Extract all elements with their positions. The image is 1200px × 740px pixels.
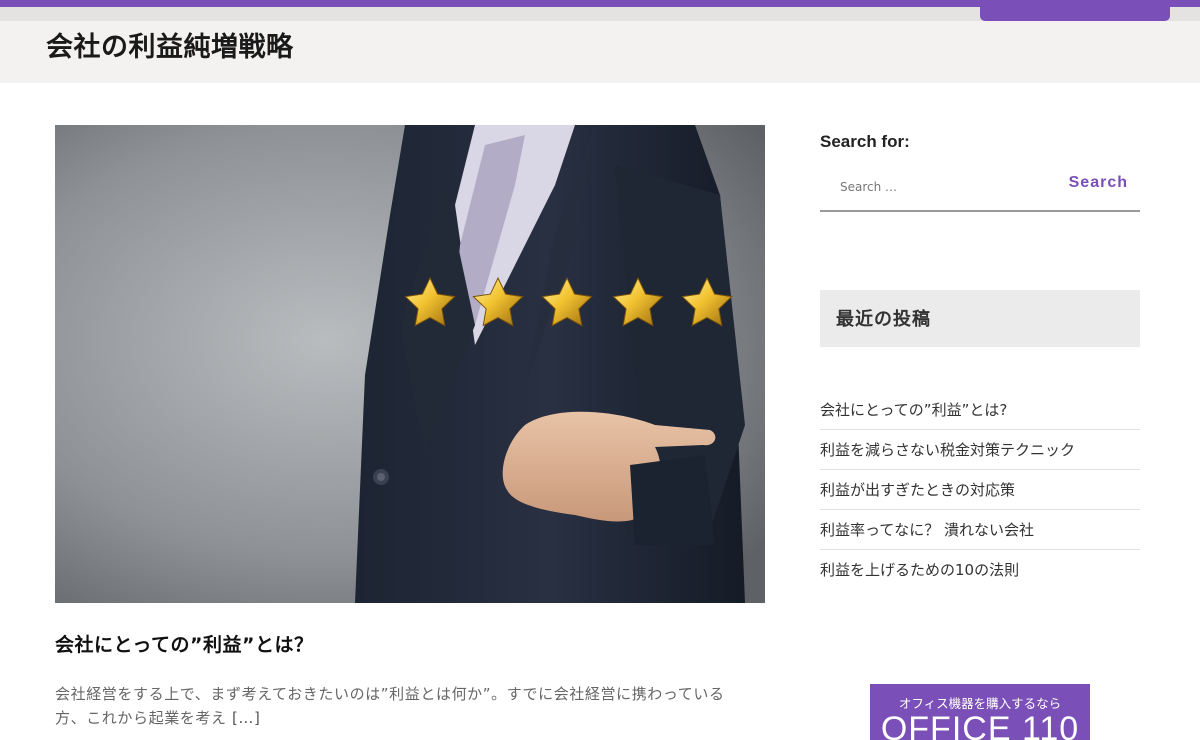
recent-post-link[interactable]: 利益を上げるための10の法則 [820, 550, 1140, 590]
recent-posts-list: 会社にとっての”利益”とは? 利益を減らさない税金対策テクニック 利益が出すぎた… [820, 390, 1140, 590]
list-item: 利益を上げるための10の法則 [820, 550, 1140, 590]
search-label: Search for: [820, 132, 910, 151]
recent-post-link[interactable]: 利益が出すぎたときの対応策 [820, 470, 1140, 510]
post-excerpt: 会社経営をする上で、まず考えておきたいのは”利益とは何か”。すでに会社経営に携わ… [55, 682, 755, 730]
top-nav-tab[interactable] [980, 0, 1170, 21]
recent-post-link[interactable]: 会社にとっての”利益”とは? [820, 390, 1140, 430]
search-button[interactable]: Search [1069, 174, 1128, 192]
read-more-link[interactable]: […] [232, 709, 261, 727]
search-input[interactable] [820, 168, 1070, 206]
featured-image[interactable] [55, 125, 765, 603]
recent-posts-title: 最近の投稿 [836, 309, 931, 330]
list-item: 利益を減らさない税金対策テクニック [820, 430, 1140, 470]
list-item: 会社にとっての”利益”とは? [820, 390, 1140, 430]
search-form: Search [820, 168, 1140, 212]
list-item: 利益が出すぎたときの対応策 [820, 470, 1140, 510]
office110-ad-banner[interactable]: オフィス機器を購入するなら OFFICE 110 [870, 684, 1090, 740]
recent-post-link[interactable]: 利益を減らさない税金対策テクニック [820, 430, 1140, 470]
site-title[interactable]: 会社の利益純増戦略 [46, 30, 294, 65]
recent-post-link[interactable]: 利益率ってなに？ 潰れない会社 [820, 510, 1140, 550]
ad-brand-logo: OFFICE 110 [880, 710, 1080, 740]
list-item: 利益率ってなに？ 潰れない会社 [820, 510, 1140, 550]
post-title[interactable]: 会社にとっての”利益”とは？ [55, 630, 313, 657]
excerpt-text: 会社経営をする上で、まず考えておきたいのは”利益とは何か”。すでに会社経営に携わ… [55, 685, 725, 727]
recent-posts-header: 最近の投稿 [820, 290, 1140, 347]
